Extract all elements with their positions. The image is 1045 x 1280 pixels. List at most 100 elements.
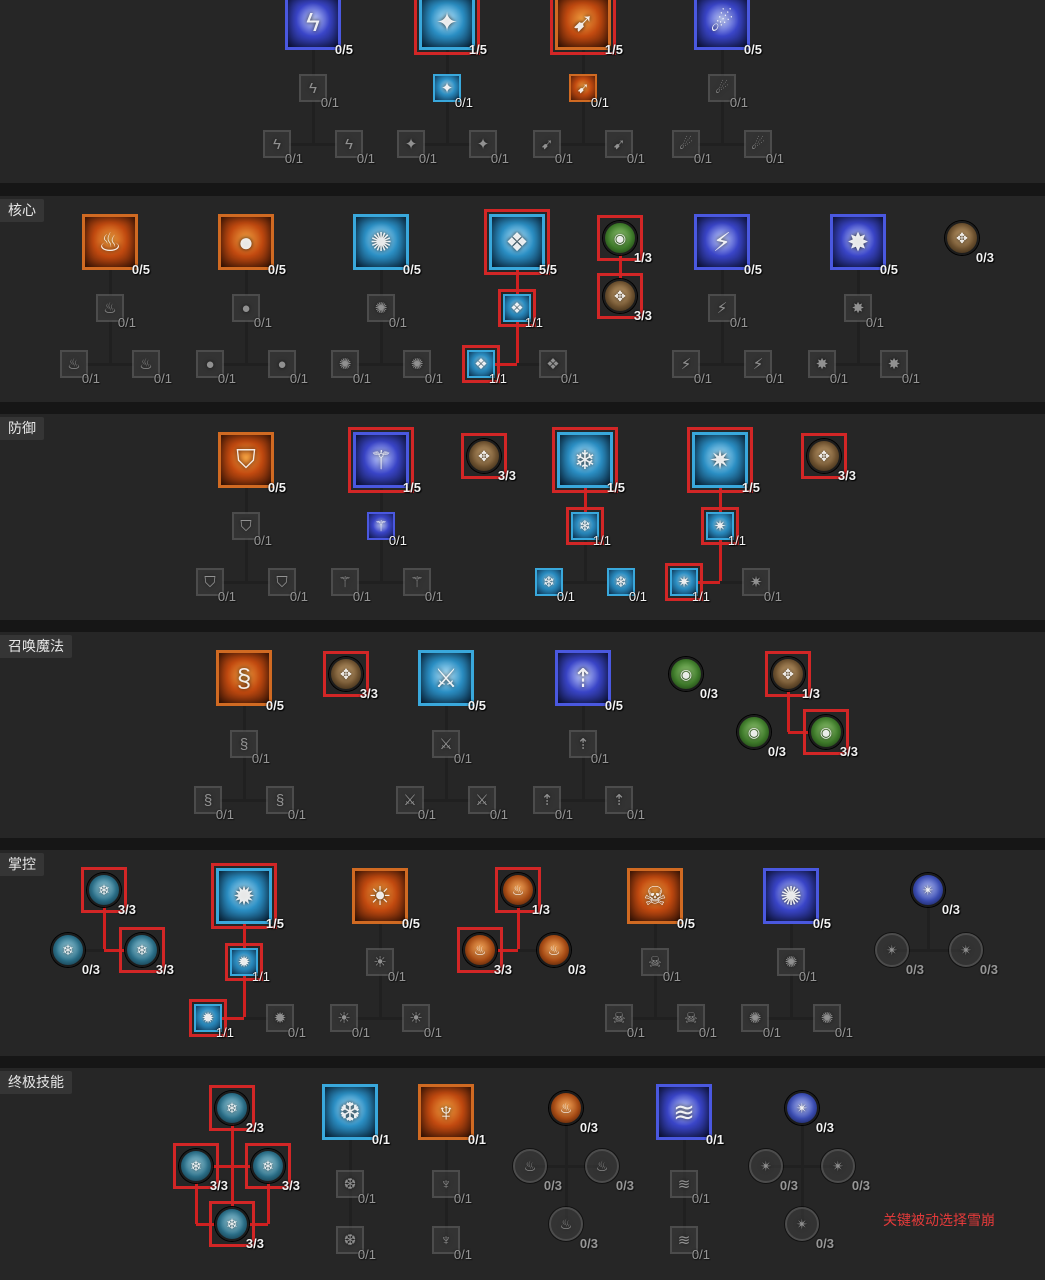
skill-node-prime-unstable-currents[interactable]: ≋ 0/1 — [670, 1170, 710, 1206]
skill-node-enhanced-arc-lash[interactable]: ☄ 0/1 — [708, 74, 748, 110]
skill-node-greater-charged-bolts[interactable]: ✸ 0/1 — [880, 350, 920, 386]
skill-node-enhanced-spark[interactable]: ϟ 0/1 — [299, 74, 339, 110]
skill-node-flickering-frost-bolt[interactable]: ✦ 0/1 — [397, 130, 437, 166]
skill-node-summoned-lightning-spear[interactable]: ⇡ 0/1 — [533, 786, 573, 822]
skill-node-enhanced-hydra[interactable]: § 0/1 — [230, 730, 270, 766]
skill-node-enhanced-lightning-spear[interactable]: ⇡ 0/1 — [569, 730, 609, 766]
skill-node-wizards-blizzard[interactable]: ✹ 1/1 — [189, 999, 234, 1040]
skill-node-frost-nova[interactable]: ✷ 1/5 — [687, 427, 760, 495]
skill-node-glass-cannon[interactable]: ✥ 3/3 — [461, 433, 516, 483]
skill-node-mystical-teleport[interactable]: ⚚ 0/1 — [331, 568, 371, 604]
skill-node-mystical-ice-armor[interactable]: ❄ 0/1 — [535, 568, 575, 604]
skill-node-devouring-blaze[interactable]: ♨ 1/3 — [495, 867, 550, 917]
skill-node-enhanced-meteor[interactable]: ☀ 0/1 — [366, 948, 406, 984]
skill-node-flame-shield[interactable]: ⛉ 0/5 — [218, 432, 286, 495]
skill-node-enhanced-fireball[interactable]: ● 0/1 — [232, 294, 272, 330]
skill-node-supreme-unstable-currents[interactable]: ≋ 0/1 — [670, 1226, 710, 1262]
skill-node-shimmering-flame-shield[interactable]: ⛉ 0/1 — [268, 568, 308, 604]
skill-node-greater-chain-lightning[interactable]: ⚡ 0/1 — [744, 350, 784, 386]
skill-node-frozen-orb[interactable]: ✺ 0/5 — [353, 214, 421, 277]
skill-node-unstable-currents[interactable]: ≋ 0/1 — [656, 1084, 724, 1147]
skill-node-fireball[interactable]: ● 0/5 — [218, 214, 286, 277]
skill-node-lightning-spear[interactable]: ⇡ 0/5 — [555, 650, 623, 713]
skill-node-mages-ball-lightning[interactable]: ✺ 0/1 — [813, 1004, 853, 1040]
skill-node-enhanced-frost-nova[interactable]: ✷ 1/1 — [701, 507, 746, 548]
skill-node-greater-fireball[interactable]: ● 0/1 — [268, 350, 308, 386]
skill-node-protection[interactable]: ◉ 3/3 — [803, 709, 858, 759]
skill-node-flickering-fire-bolt[interactable]: ➹ 0/1 — [533, 130, 573, 166]
skill-node-enhanced-blizzard[interactable]: ✹ 1/1 — [225, 943, 270, 984]
skill-node-coursing-currents[interactable]: ✴ 0/3 — [946, 930, 998, 977]
skill-node-greater-ice-shards[interactable]: ❖ 0/1 — [539, 350, 579, 386]
skill-node-convulsions[interactable]: ✴ 0/3 — [782, 1204, 834, 1251]
skill-node-devastation[interactable]: ✥ 0/3 — [942, 218, 994, 265]
skill-node-enhanced-firewall[interactable]: ☠ 0/1 — [641, 948, 681, 984]
skill-node-warmth[interactable]: ♨ 0/3 — [546, 1088, 598, 1135]
skill-node-mages-firewall[interactable]: ☠ 0/1 — [677, 1004, 717, 1040]
skill-node-enhanced-ball-lightning[interactable]: ✺ 0/1 — [777, 948, 817, 984]
skill-node-fiery-resolve[interactable]: ♨ 0/3 — [582, 1146, 634, 1193]
skill-node-burning-instinct[interactable]: ♨ 0/3 — [510, 1146, 562, 1193]
skill-node-mystical-flame-shield[interactable]: ⛉ 0/1 — [196, 568, 236, 604]
skill-node-destructive-charged-bolts[interactable]: ✸ 0/1 — [808, 350, 848, 386]
skill-node-wizards-ball-lightning[interactable]: ✺ 0/1 — [741, 1004, 781, 1040]
skill-node-mages-blizzard[interactable]: ✹ 0/1 — [266, 1004, 306, 1040]
skill-node-mages-meteor[interactable]: ☀ 0/1 — [402, 1004, 442, 1040]
skill-node-destructive-incinerate[interactable]: ♨ 0/1 — [60, 350, 100, 386]
skill-node-wizards-firewall[interactable]: ☠ 0/1 — [605, 1004, 645, 1040]
skill-node-greater-incinerate[interactable]: ♨ 0/1 — [132, 350, 172, 386]
skill-node-mana-shield[interactable]: ◉ 0/3 — [734, 712, 786, 759]
skill-node-permafrost[interactable]: ❄ 2/3 — [209, 1085, 264, 1135]
skill-node-destructive-fireball[interactable]: ● 0/1 — [196, 350, 236, 386]
skill-node-align-the-elements[interactable]: ✥ 1/3 — [765, 651, 820, 701]
skill-node-enhanced-incinerate[interactable]: ♨ 0/1 — [96, 294, 136, 330]
skill-node-supreme-deep-freeze[interactable]: ❆ 0/1 — [336, 1226, 376, 1262]
skill-node-blizzard[interactable]: ✹ 1/5 — [211, 863, 284, 931]
skill-node-ball-lightning[interactable]: ✺ 0/5 — [763, 868, 831, 931]
skill-node-glinting-fire-bolt[interactable]: ➹ 0/1 — [605, 130, 645, 166]
skill-node-flickering-spark[interactable]: ϟ 0/1 — [263, 130, 303, 166]
skill-node-icy-veil[interactable]: ❄ 3/3 — [81, 867, 136, 917]
skill-node-charged-bolts[interactable]: ✸ 0/5 — [830, 214, 898, 277]
skill-node-enhanced-flame-shield[interactable]: ⛉ 0/1 — [232, 512, 272, 548]
skill-node-mystical-frost-nova[interactable]: ✷ 1/1 — [665, 563, 710, 604]
skill-node-invigorating-conduit[interactable]: ✴ 0/3 — [818, 1146, 870, 1193]
skill-node-enhanced-teleport[interactable]: ⚚ 0/1 — [367, 512, 407, 548]
skill-node-enhanced-charged-bolts[interactable]: ✸ 0/1 — [844, 294, 884, 330]
skill-node-enhanced-frost-bolt[interactable]: ✦ 0/1 — [433, 74, 473, 110]
skill-node-arc-lash[interactable]: ☄ 0/5 — [694, 0, 762, 57]
skill-node-endless-pyre[interactable]: ♨ 0/3 — [546, 1204, 598, 1251]
skill-node-hoarfrost[interactable]: ❄ 3/3 — [173, 1143, 228, 1193]
skill-node-firewall[interactable]: ☠ 0/5 — [627, 868, 695, 931]
skill-node-elemental-attunement[interactable]: ✥ 3/3 — [801, 433, 856, 483]
skill-node-prime-deep-freeze[interactable]: ❆ 0/1 — [336, 1170, 376, 1206]
skill-node-teleport[interactable]: ⚚ 1/5 — [348, 427, 421, 495]
skill-node-enhanced-ice-shards[interactable]: ❖ 1/1 — [498, 289, 543, 330]
skill-node-invoked-hydra[interactable]: § 0/1 — [266, 786, 306, 822]
skill-node-shimmering-frost-nova[interactable]: ✷ 0/1 — [742, 568, 782, 604]
skill-node-ice-shards[interactable]: ❖ 5/5 — [484, 209, 557, 277]
skill-node-cold-front[interactable]: ❄ 0/3 — [48, 930, 100, 977]
skill-node-snap-freeze[interactable]: ❄ 3/3 — [119, 927, 174, 977]
skill-node-potent-warding[interactable]: ◉ 1/3 — [597, 215, 652, 265]
skill-node-wizards-meteor[interactable]: ☀ 0/1 — [330, 1004, 370, 1040]
skill-node-shimmering-ice-armor[interactable]: ❄ 0/1 — [607, 568, 647, 604]
skill-node-incinerate[interactable]: ♨ 0/5 — [82, 214, 150, 277]
skill-node-invoked-lightning-spear[interactable]: ⇡ 0/1 — [605, 786, 645, 822]
skill-node-inferno[interactable]: ♆ 0/1 — [418, 1084, 486, 1147]
skill-node-summoned-hydra[interactable]: § 0/1 — [194, 786, 234, 822]
skill-node-spark[interactable]: ϟ 0/5 — [285, 0, 353, 57]
skill-node-glinting-spark[interactable]: ϟ 0/1 — [335, 130, 375, 166]
skill-node-ice-armor[interactable]: ❄ 1/5 — [552, 427, 625, 495]
skill-node-shocking-impact[interactable]: ✴ 0/3 — [746, 1146, 798, 1193]
skill-node-icy-touch[interactable]: ❄ 3/3 — [209, 1201, 264, 1251]
skill-node-enhanced-ice-blades[interactable]: ⚔ 0/1 — [432, 730, 472, 766]
skill-node-soulfire[interactable]: ♨ 3/3 — [457, 927, 512, 977]
skill-node-enhanced-chain-lightning[interactable]: ⚡ 0/1 — [708, 294, 748, 330]
skill-node-chain-lightning[interactable]: ⚡ 0/5 — [694, 214, 762, 277]
skill-node-ice-blades[interactable]: ⚔ 0/5 — [418, 650, 486, 713]
skill-node-deep-freeze[interactable]: ❆ 0/1 — [322, 1084, 390, 1147]
skill-node-meteor[interactable]: ☀ 0/5 — [352, 868, 420, 931]
skill-node-fiery-surge[interactable]: ♨ 0/3 — [534, 930, 586, 977]
skill-node-fire-bolt[interactable]: ➹ 1/5 — [550, 0, 623, 57]
